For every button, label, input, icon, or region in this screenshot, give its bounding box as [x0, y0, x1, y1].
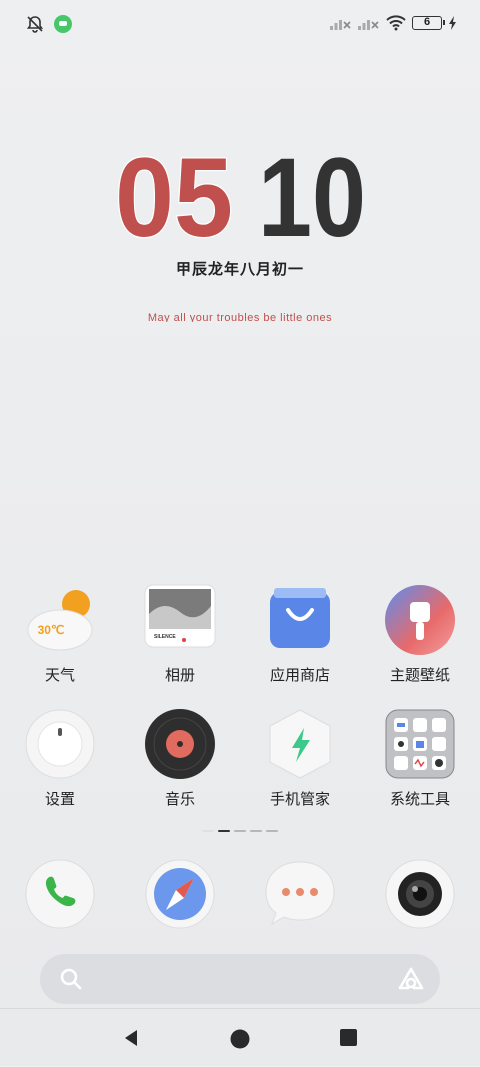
dock-camera[interactable] [360, 858, 480, 930]
app-music[interactable]: 音乐 [120, 708, 240, 809]
app-settings[interactable]: 设置 [0, 708, 120, 809]
gallery-icon: SILENCE [144, 584, 216, 648]
back-button[interactable] [124, 1029, 138, 1047]
page-indicator[interactable] [0, 830, 480, 832]
app-weather[interactable]: 30℃ 天气 [0, 584, 120, 685]
app-label: 应用商店 [269, 667, 330, 684]
theme-wallpaper-icon [385, 585, 455, 655]
app-label: 手机管家 [269, 791, 330, 808]
app-row-1: 30℃ 天气 SILENCE 相册 应用商店 主题壁纸 [0, 584, 480, 685]
clock-minute: 10 [258, 148, 366, 248]
battery-icon: 6 [412, 16, 445, 30]
app-row-2: 设置 音乐 手机管家 系统工具 [0, 708, 480, 809]
app-system-tools[interactable]: 系统工具 [360, 708, 480, 809]
home-button[interactable] [230, 1029, 250, 1049]
lunar-date: 甲辰龙年八月初一 [175, 261, 304, 278]
app-gallery[interactable]: SILENCE 相册 [120, 584, 240, 685]
clock-widget[interactable]: 05 10 [0, 148, 480, 248]
page-dot [202, 830, 214, 832]
app-label: 音乐 [164, 791, 195, 808]
page-dot [234, 830, 246, 832]
search-icon [60, 968, 82, 990]
settings-icon [25, 709, 95, 779]
dock-browser[interactable] [120, 858, 240, 930]
music-icon [145, 709, 215, 779]
system-tools-folder-icon [385, 709, 455, 779]
svg-text:30℃: 30℃ [38, 623, 65, 637]
assistant-icon[interactable] [398, 967, 424, 991]
dock-messages[interactable] [240, 858, 360, 930]
dock [0, 858, 480, 930]
app-notification-icon [54, 15, 72, 33]
phone-manager-icon [269, 709, 331, 779]
charging-bolt-icon [449, 16, 456, 30]
svg-text:SILENCE: SILENCE [154, 634, 176, 640]
status-bar: 6 [0, 0, 480, 50]
phone-icon [25, 859, 95, 929]
app-label: 相册 [164, 667, 195, 684]
browser-compass-icon [145, 859, 215, 929]
quote-text: May all your troubles be little ones [147, 312, 333, 322]
signal-x-icon [330, 20, 351, 30]
app-label: 天气 [44, 667, 75, 684]
dock-phone[interactable] [0, 858, 120, 930]
recents-button[interactable] [340, 1029, 357, 1046]
clock-hour: 05 [115, 148, 233, 248]
navigation-bar [0, 1008, 480, 1067]
wifi-icon [386, 15, 406, 31]
page-dot [250, 830, 262, 832]
weather-icon: 30℃ [27, 590, 93, 651]
bell-off-icon [26, 16, 44, 33]
app-label: 设置 [44, 791, 75, 808]
search-bar[interactable] [40, 954, 440, 1004]
page-dot-active [218, 830, 230, 832]
signal-x-icon [358, 20, 379, 30]
app-phone-manager[interactable]: 手机管家 [240, 708, 360, 809]
messages-icon [265, 861, 335, 926]
app-store[interactable]: 应用商店 [240, 584, 360, 685]
page-dot [266, 830, 278, 832]
camera-icon [385, 859, 455, 929]
app-themes[interactable]: 主题壁纸 [360, 584, 480, 685]
app-label: 主题壁纸 [389, 667, 450, 684]
app-label: 系统工具 [389, 791, 450, 808]
app-store-icon [270, 588, 330, 648]
